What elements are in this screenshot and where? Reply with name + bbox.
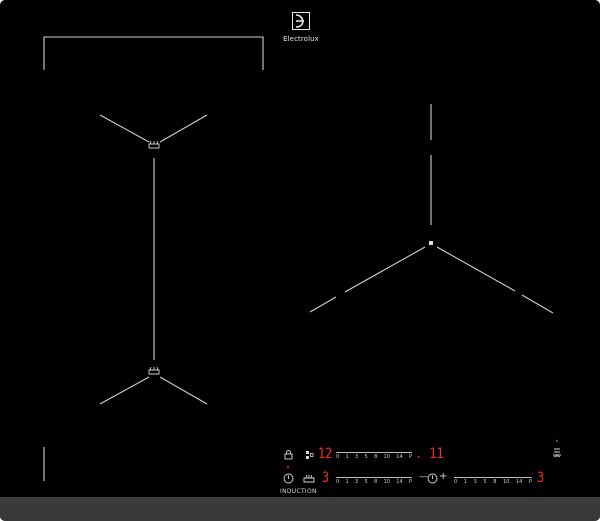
hood-icon[interactable] xyxy=(552,447,562,458)
induction-label: INDUCTION xyxy=(280,488,317,495)
bridge-icon[interactable] xyxy=(305,450,314,460)
brand-logo: Electrolux xyxy=(276,12,326,44)
cooking-zone-markings xyxy=(43,36,554,481)
left-zone-power-level-display: 3 xyxy=(322,470,330,486)
left-zone-power-slider[interactable]: 0 1 3 5 8 10 14 P xyxy=(336,477,412,488)
power-indicator-light xyxy=(287,466,289,468)
right-zone-power-slider[interactable]: 0 1 3 5 8 10 14 P xyxy=(454,477,532,488)
top-zone-power-level-display: 12 xyxy=(318,446,333,462)
pot-icon[interactable] xyxy=(303,473,315,483)
hob-front-edge xyxy=(0,497,600,521)
right-zone-power-level-display: 3 xyxy=(537,470,545,486)
electrolux-logo-icon xyxy=(292,12,310,30)
timer-icon[interactable] xyxy=(427,473,438,484)
top-zone-power-slider[interactable]: 0 1 3 5 8 10 14 P xyxy=(336,452,412,463)
timer-display: . 11 xyxy=(415,446,444,462)
timer-plus-button[interactable]: + xyxy=(439,471,447,482)
induction-hob-surface: Electrolux 12 0 1 3 5 8 10 14 P . 11 3 0 1 3 5 8 10 1… xyxy=(0,0,600,521)
brand-name: Electrolux xyxy=(283,35,319,43)
power-icon[interactable] xyxy=(283,473,294,484)
hood-indicator-light xyxy=(556,440,558,442)
left-zone-top-bracket xyxy=(43,36,264,70)
lock-icon[interactable] xyxy=(284,450,293,460)
